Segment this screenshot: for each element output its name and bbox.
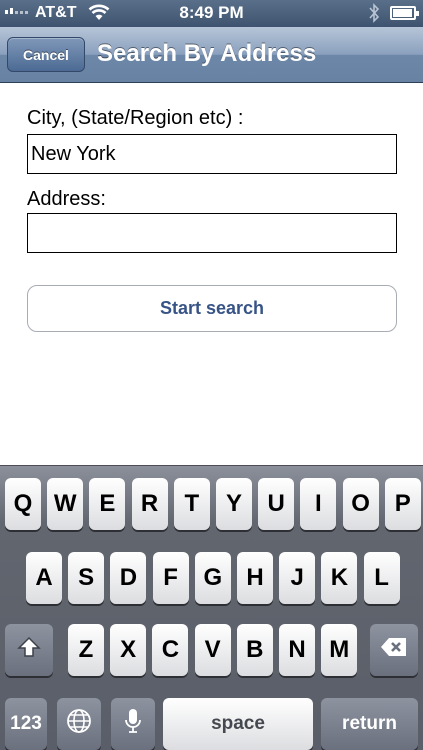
key-c[interactable]: C bbox=[152, 624, 189, 676]
key-p[interactable]: P bbox=[384, 478, 421, 530]
key-s[interactable]: S bbox=[68, 552, 105, 604]
numbers-key[interactable]: 123 bbox=[5, 698, 47, 750]
key-d[interactable]: D bbox=[110, 552, 147, 604]
key-g[interactable]: G bbox=[194, 552, 231, 604]
shift-icon bbox=[17, 636, 41, 665]
city-field[interactable] bbox=[27, 134, 397, 174]
key-y[interactable]: Y bbox=[216, 478, 252, 530]
microphone-key[interactable] bbox=[111, 698, 155, 750]
key-k[interactable]: K bbox=[321, 552, 358, 604]
shift-key[interactable] bbox=[5, 624, 53, 676]
key-x[interactable]: X bbox=[110, 624, 147, 676]
status-bar: AT&T 8:49 PM bbox=[0, 0, 423, 27]
key-z[interactable]: Z bbox=[68, 624, 104, 676]
page-title: Search By Address bbox=[97, 40, 317, 67]
key-a[interactable]: A bbox=[26, 552, 62, 604]
microphone-icon bbox=[124, 707, 142, 742]
cancel-button[interactable]: Cancel bbox=[7, 37, 85, 72]
navigation-bar: Cancel Search By Address bbox=[0, 27, 423, 83]
key-i[interactable]: I bbox=[300, 478, 337, 530]
delete-key[interactable] bbox=[370, 624, 418, 676]
key-o[interactable]: O bbox=[342, 478, 379, 530]
key-r[interactable]: R bbox=[131, 478, 168, 530]
delete-icon bbox=[379, 636, 409, 665]
city-label: City, (State/Region etc) : bbox=[27, 107, 244, 129]
key-f[interactable]: F bbox=[152, 552, 189, 604]
key-w[interactable]: W bbox=[47, 478, 84, 530]
keyboard: QWERTYUIOP ASDFGHJKL ZXCVBNM 123 space r… bbox=[0, 465, 423, 750]
start-search-button[interactable]: Start search bbox=[27, 285, 397, 332]
key-q[interactable]: Q bbox=[5, 478, 41, 530]
key-l[interactable]: L bbox=[363, 552, 400, 604]
key-e[interactable]: E bbox=[89, 478, 126, 530]
status-time: 8:49 PM bbox=[179, 3, 244, 22]
globe-key[interactable] bbox=[57, 698, 101, 750]
bluetooth-icon bbox=[368, 3, 380, 28]
key-b[interactable]: B bbox=[236, 624, 273, 676]
key-u[interactable]: U bbox=[258, 478, 295, 530]
space-key[interactable]: space bbox=[163, 698, 313, 750]
key-t[interactable]: T bbox=[173, 478, 210, 530]
key-n[interactable]: N bbox=[279, 624, 315, 676]
key-m[interactable]: M bbox=[321, 624, 358, 676]
address-label: Address: bbox=[27, 188, 106, 210]
key-j[interactable]: J bbox=[279, 552, 316, 604]
key-h[interactable]: H bbox=[237, 552, 273, 604]
globe-icon bbox=[66, 708, 92, 741]
key-v[interactable]: V bbox=[194, 624, 231, 676]
return-key[interactable]: return bbox=[321, 698, 418, 750]
address-field[interactable] bbox=[27, 213, 397, 253]
battery-icon bbox=[390, 6, 419, 20]
